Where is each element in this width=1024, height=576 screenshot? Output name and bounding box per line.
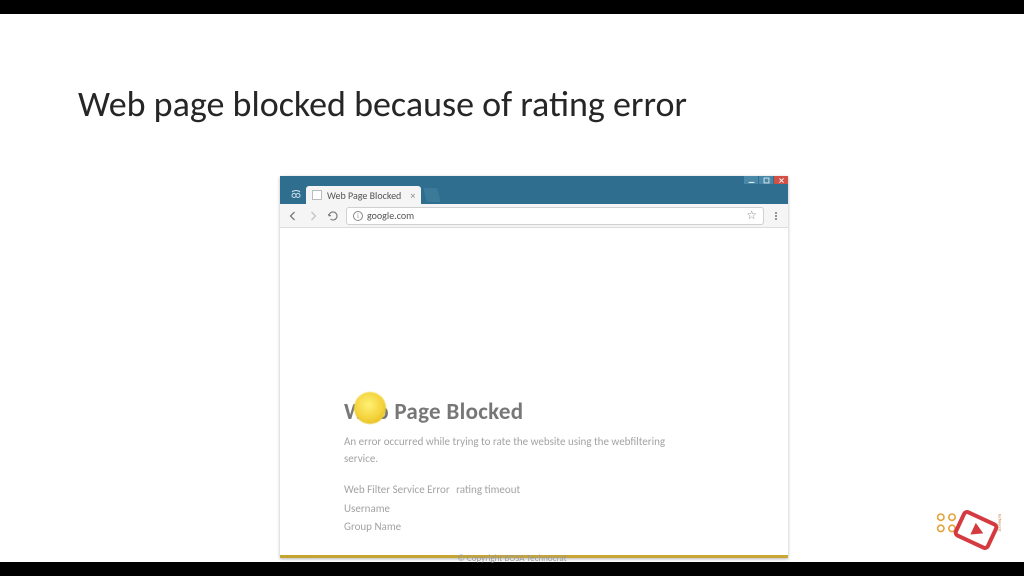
blocked-heading: Web Page Blocked	[344, 398, 748, 426]
tab-strip: Web Page Blocked ×	[280, 184, 788, 204]
bookmark-icon[interactable]: ☆	[746, 208, 757, 223]
minimize-button[interactable]	[744, 176, 758, 184]
maximize-button[interactable]	[759, 176, 773, 184]
new-tab-button[interactable]	[423, 188, 441, 202]
detail-row: Group Name	[344, 518, 748, 537]
page-viewport: Web Page Blocked An error occurred while…	[280, 228, 788, 558]
tab-title: Web Page Blocked	[327, 189, 401, 202]
slide: Web page blocked because of rating error	[0, 14, 1024, 562]
back-button[interactable]	[286, 209, 300, 223]
reload-button[interactable]	[326, 209, 340, 223]
url-field[interactable]: i google.com ☆	[346, 207, 764, 225]
browser-window: Web Page Blocked × i google.com	[280, 176, 788, 558]
slide-footer: © Copyright BOSA Technocrat	[0, 553, 1024, 564]
menu-button[interactable]	[770, 212, 782, 220]
url-text: google.com	[367, 209, 414, 222]
browser-tab[interactable]: Web Page Blocked ×	[306, 186, 421, 204]
incognito-icon	[286, 184, 306, 204]
forward-button[interactable]	[306, 209, 320, 223]
detail-label: Web Filter Service Error	[344, 483, 450, 496]
window-titlebar	[280, 176, 788, 184]
slide-title: Web page blocked because of rating error	[78, 82, 687, 126]
detail-label: Username	[344, 502, 390, 515]
detail-value: rating timeout	[456, 483, 520, 496]
brand-logo: technocrat	[926, 498, 1010, 562]
blocked-content: Web Page Blocked An error occurred while…	[344, 398, 748, 537]
detail-row: Web Filter Service Error rating timeout	[344, 481, 748, 500]
stage: Web page blocked because of rating error	[0, 0, 1024, 576]
close-button[interactable]	[774, 176, 788, 184]
tab-close-icon[interactable]: ×	[410, 189, 415, 202]
site-info-icon[interactable]: i	[353, 211, 363, 221]
detail-row: Username	[344, 500, 748, 519]
favicon-icon	[312, 190, 322, 200]
address-bar: i google.com ☆	[280, 204, 788, 228]
detail-label: Group Name	[344, 520, 401, 533]
blocked-details: Web Filter Service Error rating timeout …	[344, 481, 748, 537]
svg-text:technocrat: technocrat	[996, 514, 1001, 532]
window-controls	[744, 176, 788, 184]
cursor-highlight	[354, 392, 386, 424]
blocked-message: An error occurred while trying to rate t…	[344, 434, 684, 467]
